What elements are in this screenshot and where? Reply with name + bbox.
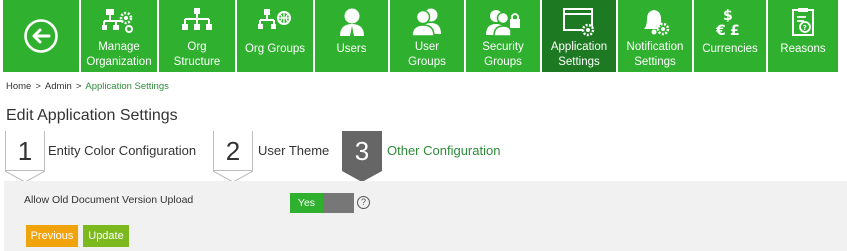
- wizard-steps: 1 Entity Color Configuration 2 User Them…: [0, 131, 847, 183]
- toolbar-item-label: Reasons: [780, 43, 826, 55]
- toolbar-item-notification-settings[interactable]: Notification Settings: [618, 0, 692, 72]
- user-groups-icon: [411, 8, 441, 37]
- toolbar-item-org-structure[interactable]: Org Structure: [159, 0, 235, 72]
- svg-text:?: ?: [803, 24, 807, 32]
- toolbar-item-application-settings[interactable]: Application Settings: [542, 0, 616, 72]
- toolbar-item-user-groups[interactable]: User Groups: [390, 0, 464, 72]
- currency-icon: $ € £: [715, 8, 740, 37]
- clipboard-question-icon: ?: [792, 8, 814, 36]
- toolbar-item-label: Org Structure: [173, 41, 221, 68]
- page-title: Edit Application Settings: [6, 107, 178, 124]
- toolbar-item-label: Security Groups: [482, 41, 524, 68]
- toolbar-item-label: Notification Settings: [626, 41, 684, 68]
- step-3-number[interactable]: 3: [342, 131, 382, 171]
- notification-bell-icon: [644, 10, 670, 36]
- breadcrumb-current: Application Settings: [85, 81, 169, 92]
- user-icon: [339, 8, 364, 36]
- org-settings-icon: [102, 9, 133, 33]
- step-3-label[interactable]: Other Configuration: [387, 143, 500, 158]
- breadcrumb: Home > Admin > Application Settings: [6, 81, 169, 92]
- back-arrow-circle-icon: [24, 19, 58, 53]
- toolbar-item-reasons[interactable]: ? Reasons: [768, 0, 838, 72]
- previous-button[interactable]: Previous: [26, 225, 78, 247]
- allow-old-version-label: Allow Old Document Version Upload: [24, 194, 194, 206]
- breadcrumb-separator: >: [35, 81, 41, 92]
- breadcrumb-separator: >: [75, 81, 82, 92]
- admin-toolbar: Manage Organization Org Structure Org Gr…: [0, 0, 847, 72]
- toolbar-item-label: Manage Organization: [86, 41, 152, 68]
- update-button[interactable]: Update: [83, 225, 129, 247]
- toolbar-item-manage-organization[interactable]: Manage Organization: [81, 0, 157, 72]
- toolbar-item-label: Org Groups: [244, 43, 306, 55]
- step-2-number[interactable]: 2: [213, 131, 253, 171]
- step-1-label[interactable]: Entity Color Configuration: [48, 143, 196, 158]
- breadcrumb-home[interactable]: Home: [6, 81, 31, 92]
- step-1-number[interactable]: 1: [5, 131, 45, 171]
- help-icon[interactable]: ?: [357, 196, 370, 209]
- allow-old-version-toggle[interactable]: Yes: [290, 193, 354, 213]
- breadcrumb-admin[interactable]: Admin: [45, 81, 72, 92]
- step-2-label[interactable]: User Theme: [258, 143, 329, 158]
- toolbar-item-org-groups[interactable]: Org Groups: [237, 0, 313, 72]
- svg-text:€: €: [715, 23, 726, 37]
- application-settings-icon: [563, 8, 595, 37]
- svg-text:$: $: [723, 8, 733, 24]
- back-button[interactable]: [3, 0, 79, 72]
- settings-panel: Allow Old Document Version Upload Yes ? …: [4, 181, 847, 251]
- toggle-track: [323, 193, 354, 213]
- toggle-yes-label: Yes: [290, 193, 323, 213]
- toolbar-item-label: Currencies: [702, 43, 758, 55]
- toolbar-item-currencies[interactable]: $ € £ Currencies: [694, 0, 766, 72]
- org-groups-icon: [258, 9, 291, 29]
- security-groups-icon: [486, 10, 520, 37]
- toolbar-item-security-groups[interactable]: Security Groups: [466, 0, 540, 72]
- toolbar-item-label: Users: [336, 43, 367, 55]
- svg-text:£: £: [730, 23, 740, 37]
- toolbar-item-label: Application Settings: [550, 41, 608, 68]
- toolbar-item-users[interactable]: Users: [315, 0, 388, 72]
- hierarchy-icon: [182, 8, 212, 30]
- toolbar-item-label: User Groups: [408, 41, 446, 68]
